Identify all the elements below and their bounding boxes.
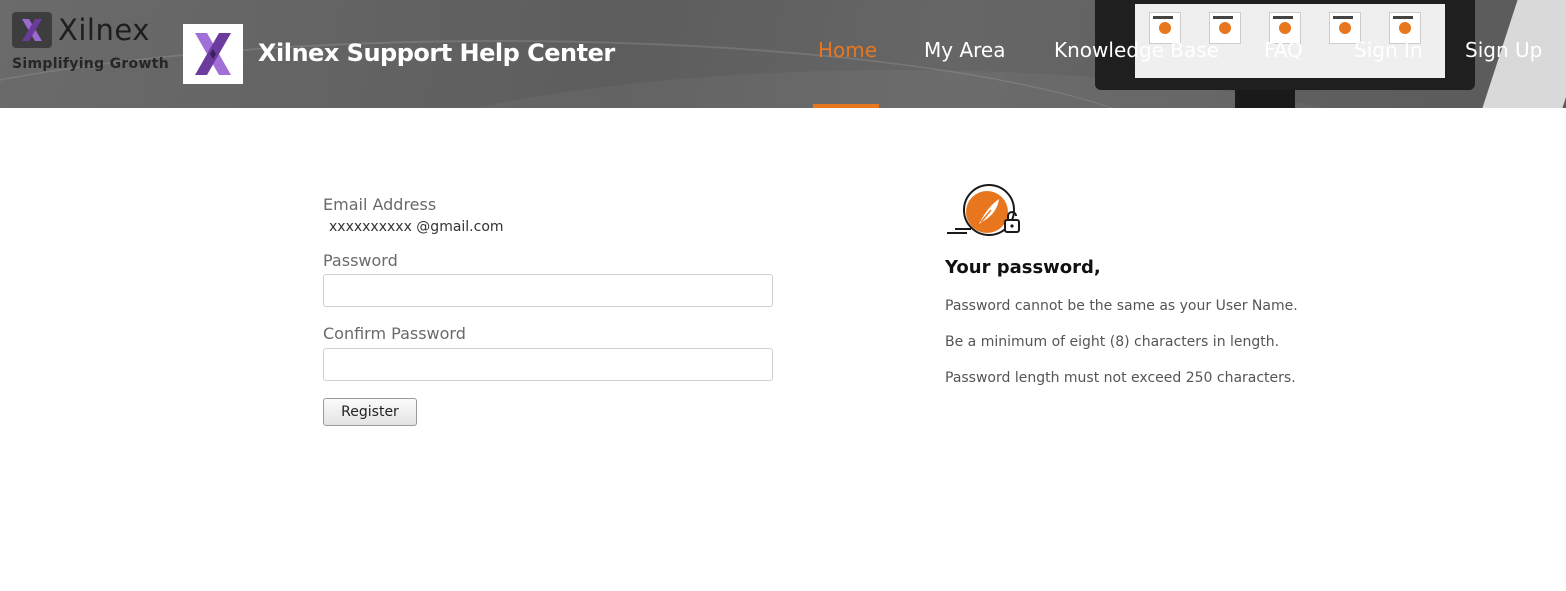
password-lock-icon [947,184,1020,236]
x-logo-icon [12,12,52,48]
password-rules-title: Your password, [945,257,1101,278]
nav-knowledge-base[interactable]: Knowledge Base [1054,38,1219,62]
brand-tagline: Simplifying Growth [12,56,169,72]
xilnex-brand-logo[interactable]: Xilnex [12,12,150,48]
confirm-password-input[interactable] [323,348,773,381]
nav-faq[interactable]: FAQ [1264,38,1303,62]
password-input[interactable] [323,274,773,307]
password-rule: Password cannot be the same as your User… [945,298,1298,314]
password-rule: Be a minimum of eight (8) characters in … [945,334,1280,350]
nav-home[interactable]: Home [818,38,877,62]
x-logo-icon [195,33,231,75]
active-nav-indicator [813,104,879,108]
email-value: xxxxxxxxxx @gmail.com [329,219,504,235]
nav-sign-in[interactable]: Sign In [1354,38,1423,62]
device-stand [1235,90,1295,108]
register-button[interactable]: Register [323,398,417,426]
brand-name: Xilnex [58,13,150,47]
nav-my-area[interactable]: My Area [924,38,1005,62]
email-label: Email Address [323,195,437,214]
password-rule: Password length must not exceed 250 char… [945,370,1296,386]
password-label: Password [323,251,398,270]
confirm-password-label: Confirm Password [323,324,466,343]
site-title[interactable]: Xilnex Support Help Center [258,39,615,67]
site-header: Xilnex Simplifying Growth Xilnex Support… [0,0,1566,108]
nav-sign-up[interactable]: Sign Up [1465,38,1542,62]
site-logo[interactable] [183,24,243,84]
